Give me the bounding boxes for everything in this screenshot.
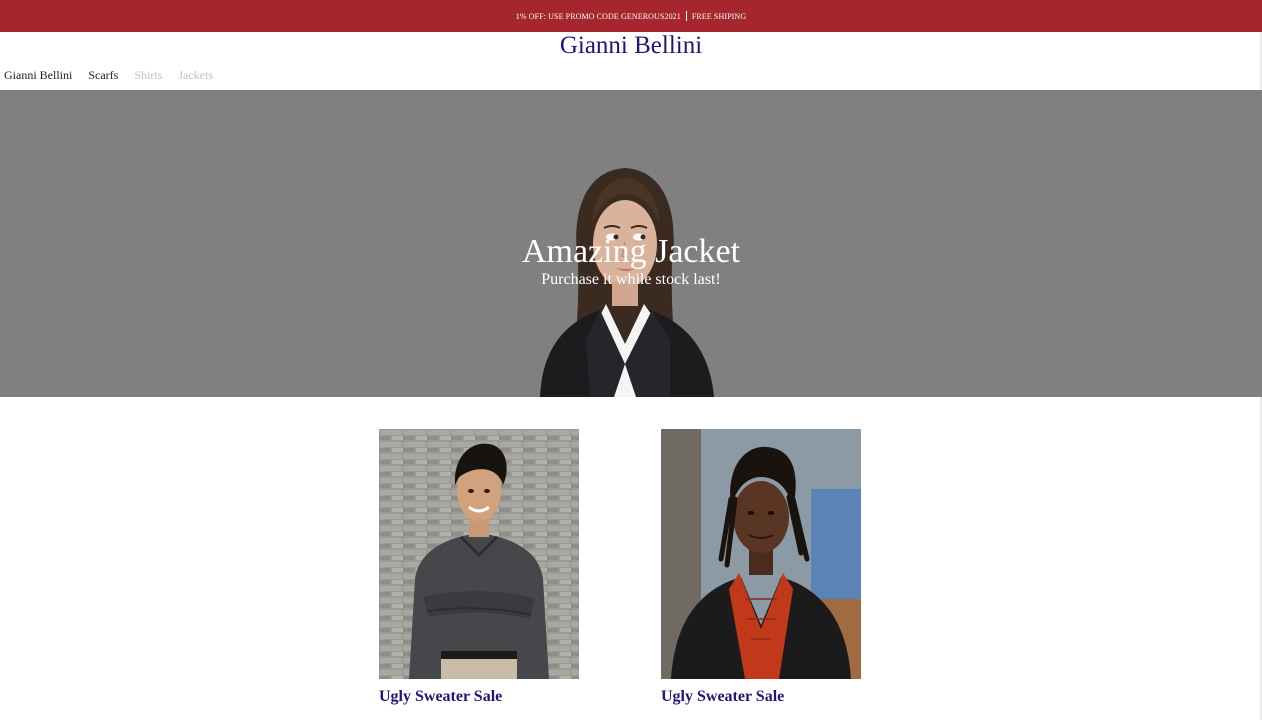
- promo-divider: [685, 11, 687, 21]
- nav-link-jackets: Jackets: [178, 68, 213, 82]
- site-title[interactable]: Gianni Bellini: [0, 32, 1262, 60]
- product-card[interactable]: Ugly Sweater Sale: [661, 429, 861, 706]
- hero-title: Amazing Jacket: [521, 233, 741, 270]
- promo-offer-text: 1% OFF: USE PROMO CODE GENEROUS2021: [515, 11, 681, 21]
- promo-shipping-text: FREE SHIPING: [691, 11, 747, 21]
- product-card[interactable]: Ugly Sweater Sale: [379, 429, 579, 706]
- hero-subtitle: Purchase it while stock last!: [541, 271, 721, 288]
- hero-text: Amazing Jacket Purchase it while stock l…: [0, 234, 1262, 290]
- nav-link-scarfs[interactable]: Scarfs: [88, 68, 118, 83]
- nav-link-gianni-bellini[interactable]: Gianni Bellini: [4, 68, 72, 83]
- nav-link-shirts: Shirts: [134, 68, 163, 82]
- promo-banner: 1% OFF: USE PROMO CODE GENEROUS2021 FREE…: [0, 0, 1262, 32]
- hero-banner: Amazing Jacket Purchase it while stock l…: [0, 90, 1262, 397]
- product-title[interactable]: Ugly Sweater Sale: [661, 688, 861, 706]
- product-title[interactable]: Ugly Sweater Sale: [379, 688, 579, 706]
- product-photo[interactable]: [379, 429, 579, 679]
- product-photo[interactable]: [661, 429, 861, 679]
- main-nav: Gianni Bellini Scarfs Shirts Jackets: [4, 68, 213, 83]
